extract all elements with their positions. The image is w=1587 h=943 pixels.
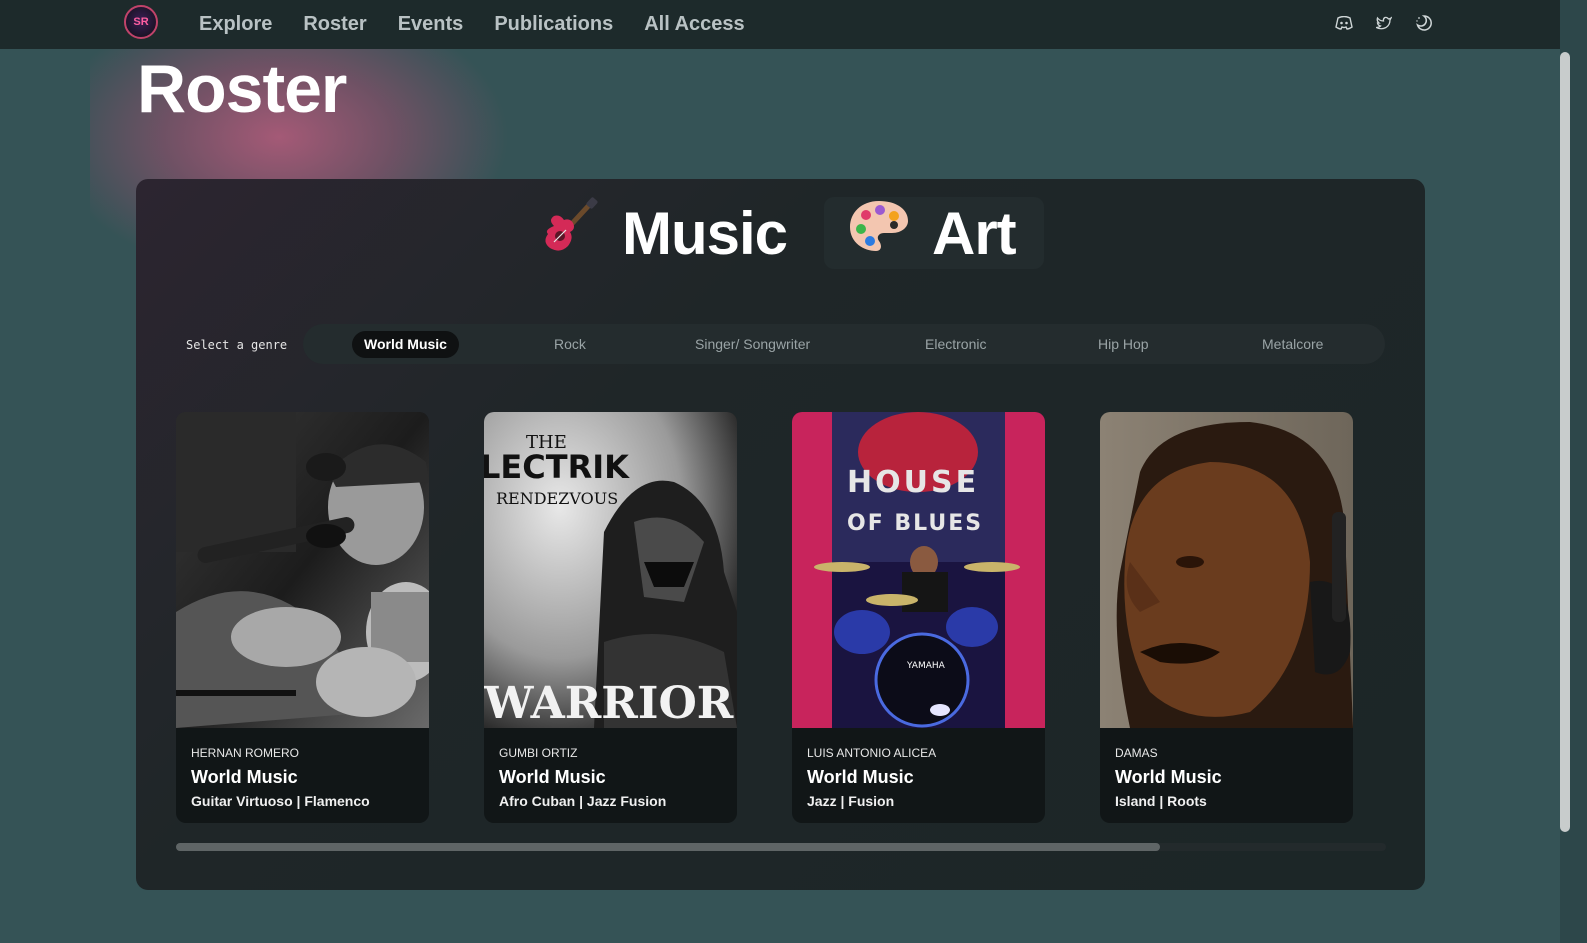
artist-genre: World Music xyxy=(807,767,914,787)
artist-name: LUIS ANTONIO ALICEA xyxy=(807,746,937,760)
artist-subgenre: Afro Cuban | Jazz Fusion xyxy=(499,793,667,809)
artist-genre: World Music xyxy=(1115,767,1222,787)
artist-photo xyxy=(1100,412,1353,728)
site-logo[interactable]: SR xyxy=(124,5,158,39)
nav-publications[interactable]: Publications xyxy=(494,13,613,36)
palette-icon xyxy=(848,197,910,269)
cards-horizontal-scrollbar[interactable] xyxy=(176,843,1386,851)
image-text-house: HOUSE xyxy=(847,465,979,500)
genre-selector: World Music Rock Singer/ Songwriter Elec… xyxy=(303,324,1385,364)
image-text-lectrik: LECTRIK xyxy=(484,448,630,486)
artist-name: GUMBI ORTIZ xyxy=(499,746,578,760)
roster-panel: Music Art Select a genre World Music Roc… xyxy=(136,179,1425,890)
theme-toggle-icon[interactable] xyxy=(1414,12,1434,34)
artist-genre: World Music xyxy=(191,767,298,787)
main-nav: Explore Roster Events Publications All A… xyxy=(199,0,745,49)
artist-card[interactable]: HOUSE OF BLUES YAMAHA LUIS ANTONIO ALICE… xyxy=(792,412,1045,823)
tab-music[interactable]: Music xyxy=(540,196,788,270)
nav-explore[interactable]: Explore xyxy=(199,13,272,36)
tab-art-label: Art xyxy=(932,199,1017,267)
image-text-warrior: WARRIOR xyxy=(484,678,734,728)
artist-photo: HOUSE OF BLUES YAMAHA xyxy=(792,412,1045,728)
artist-subgenre: Jazz | Fusion xyxy=(807,793,895,809)
artist-genre: World Music xyxy=(499,767,606,787)
social-links xyxy=(1334,12,1434,34)
artist-subgenre: Guitar Virtuoso | Flamenco xyxy=(191,793,370,809)
artist-name: DAMAS xyxy=(1115,746,1158,760)
artist-photo xyxy=(176,412,429,728)
tab-music-label: Music xyxy=(622,199,788,267)
artist-card[interactable]: DAMAS World Music Island | Roots xyxy=(1100,412,1353,823)
genre-select-label: Select a genre xyxy=(186,338,288,352)
nav-all-access[interactable]: All Access xyxy=(644,13,744,36)
top-navigation: SR Explore Roster Events Publications Al… xyxy=(0,0,1560,49)
artist-name: HERNAN ROMERO xyxy=(191,746,300,760)
nav-events[interactable]: Events xyxy=(398,13,464,36)
image-text-of-blues: OF BLUES xyxy=(847,511,983,536)
genre-world-music[interactable]: World Music xyxy=(352,331,459,358)
artist-card[interactable]: THE LECTRIK RENDEZVOUS WARRIOR GUMBI ORT… xyxy=(484,412,737,823)
twitter-icon[interactable] xyxy=(1374,12,1394,34)
guitar-icon xyxy=(540,196,600,270)
logo-text: SR xyxy=(133,16,149,28)
cards-scrollbar-thumb[interactable] xyxy=(176,843,1160,851)
genre-electronic[interactable]: Electronic xyxy=(913,331,998,358)
image-text-rendezvous: RENDEZVOUS xyxy=(496,489,618,508)
genre-metalcore[interactable]: Metalcore xyxy=(1250,331,1335,358)
artist-card[interactable]: HERNAN ROMERO World Music Guitar Virtuos… xyxy=(176,412,429,823)
discord-icon[interactable] xyxy=(1334,12,1354,34)
artist-photo: THE LECTRIK RENDEZVOUS WARRIOR xyxy=(484,412,737,728)
tab-art[interactable]: Art xyxy=(824,197,1044,269)
yamaha-logo-text: YAMAHA xyxy=(906,661,946,671)
nav-roster[interactable]: Roster xyxy=(303,13,366,36)
page-title: Roster xyxy=(137,51,347,127)
genre-hip-hop[interactable]: Hip Hop xyxy=(1086,331,1161,358)
genre-singer-songwriter[interactable]: Singer/ Songwriter xyxy=(683,331,822,358)
genre-rock[interactable]: Rock xyxy=(542,331,598,358)
category-tabs: Music Art xyxy=(136,197,1425,269)
artist-subgenre: Island | Roots xyxy=(1115,793,1207,809)
page-scrollbar-thumb[interactable] xyxy=(1560,52,1570,832)
